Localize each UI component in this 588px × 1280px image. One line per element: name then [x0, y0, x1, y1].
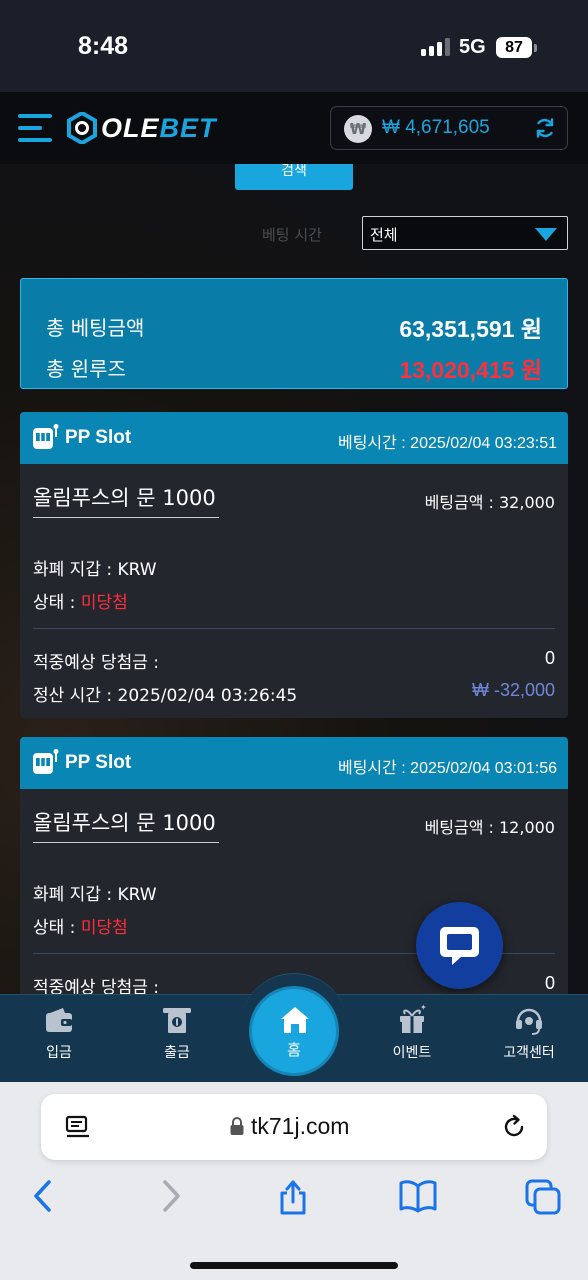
- slot-machine-icon: [33, 424, 59, 449]
- logo-prefix: OLE: [101, 112, 160, 143]
- expected-winnings-value: 0: [544, 648, 555, 668]
- nav-support[interactable]: 고객센터: [484, 1000, 574, 1070]
- reader-mode-icon[interactable]: [65, 1114, 91, 1140]
- total-winloss-value: 13,020,415 원: [399, 357, 542, 383]
- logo-suffix: BET: [159, 112, 217, 143]
- bet-summary-panel: 총 베팅금액 63,351,591 원 총 윈루즈 13,020,415 원: [20, 278, 568, 389]
- bet-status: 상태 : 미당첨: [33, 913, 128, 938]
- logo-text: OLEBET: [101, 113, 217, 144]
- chat-bubble-icon: [440, 927, 479, 965]
- hamburger-menu-icon[interactable]: [18, 114, 52, 144]
- expected-winnings-value: 0: [544, 973, 555, 993]
- nav-home-label: 홈: [287, 1041, 301, 1059]
- total-winloss-label: 총 윈루즈: [46, 357, 126, 381]
- status-label: 상태 :: [33, 918, 81, 938]
- wallet-icon: [46, 1008, 72, 1032]
- live-chat-button[interactable]: [416, 902, 503, 989]
- bookmarks-icon[interactable]: [398, 1178, 438, 1214]
- select-value: 전체: [370, 226, 398, 244]
- hexagon-logo-icon: [67, 112, 97, 144]
- status-bar: 8:48 5G 87: [0, 0, 588, 92]
- total-bet-value: 63,351,591 원: [399, 316, 542, 342]
- network-type: 5G: [459, 36, 486, 58]
- nav-event[interactable]: ✦ 이벤트: [367, 1000, 457, 1070]
- bet-amount: 베팅금액 : 12,000: [424, 818, 555, 837]
- game-name: 올림푸스의 문 1000: [33, 811, 216, 835]
- slot-machine-icon: [33, 749, 59, 774]
- headset-icon: [516, 1008, 542, 1035]
- game-type-select[interactable]: 전체: [362, 216, 568, 250]
- search-button[interactable]: 검색: [235, 164, 353, 190]
- cash-withdraw-icon: [163, 1008, 191, 1033]
- bet-amount: 베팅금액 : 32,000: [424, 493, 555, 512]
- reload-icon[interactable]: [501, 1114, 527, 1140]
- period-filter-label: 베팅 시간: [262, 226, 322, 244]
- bet-time: 베팅시간 : 2025/02/04 03:01:56: [337, 760, 557, 777]
- status-label: 상태 :: [33, 593, 81, 613]
- won-coin-icon: ₩: [344, 115, 372, 143]
- search-button-label: 검색: [281, 164, 307, 179]
- nav-withdraw-label: 출금: [164, 1045, 190, 1061]
- lock-icon: [230, 1117, 244, 1135]
- wallet-balance-box[interactable]: ₩ ₩ 4,671,605: [330, 106, 568, 150]
- expected-winnings-label: 적중예상 당첨금 :: [33, 978, 160, 994]
- battery-icon: 87: [496, 37, 532, 58]
- back-arrow-icon[interactable]: [30, 1178, 56, 1214]
- home-indicator: [190, 1262, 398, 1269]
- payout-amount: ₩ -32,000: [471, 680, 555, 700]
- wallet-currency: 화폐 지갑 : KRW: [33, 885, 157, 905]
- bet-card[interactable]: PP Slot 베팅시간 : 2025/02/04 03:23:51 올림푸스의…: [20, 412, 568, 718]
- game-name-underline: [33, 517, 219, 518]
- provider-name: PP Slot: [65, 752, 132, 773]
- status-value: 미당첨: [80, 918, 128, 938]
- wallet-balance: ₩ 4,671,605: [382, 117, 490, 138]
- url-text: tk71j.com: [251, 1113, 350, 1139]
- nav-event-label: 이벤트: [392, 1045, 432, 1061]
- nav-withdraw[interactable]: 출금: [132, 1000, 222, 1070]
- address-bar[interactable]: tk71j.com: [41, 1094, 547, 1160]
- status-value: 미당첨: [80, 593, 128, 613]
- caret-down-icon: [535, 228, 557, 241]
- refresh-icon[interactable]: [533, 116, 557, 140]
- bet-history-content[interactable]: 검색 베팅 시간 전체 총 베팅금액 63,351,591 원 총 윈루즈 13…: [0, 164, 588, 994]
- forward-arrow-icon[interactable]: [158, 1178, 184, 1214]
- signal-icon: [421, 38, 450, 56]
- card-divider: [33, 628, 555, 629]
- bet-status: 상태 : 미당첨: [33, 588, 128, 613]
- nav-support-label: 고객센터: [503, 1045, 555, 1061]
- total-bet-label: 총 베팅금액: [46, 316, 145, 340]
- bet-time: 베팅시간 : 2025/02/04 03:23:51: [337, 435, 557, 452]
- settle-time: 정산 시간 : 2025/02/04 03:26:45: [33, 686, 298, 706]
- expected-winnings-label: 적중예상 당첨금 :: [33, 653, 160, 673]
- gift-icon: ✦: [400, 1004, 427, 1033]
- provider-name: PP Slot: [65, 427, 132, 448]
- status-time: 8:48: [78, 32, 129, 60]
- bet-card-header: PP Slot 베팅시간 : 2025/02/04 03:01:56: [20, 737, 568, 789]
- app-header: OLEBET ₩ ₩ 4,671,605: [0, 92, 588, 164]
- svg-text:✦: ✦: [420, 1004, 427, 1012]
- olebet-logo[interactable]: OLEBET: [67, 112, 217, 144]
- nav-home[interactable]: 홈: [249, 986, 339, 1076]
- game-name: 올림푸스의 문 1000: [33, 486, 216, 510]
- game-name-underline: [33, 842, 219, 843]
- share-icon[interactable]: [276, 1178, 310, 1216]
- battery-tip: [534, 44, 537, 52]
- wallet-currency: 화폐 지갑 : KRW: [33, 560, 157, 580]
- bet-card-header: PP Slot 베팅시간 : 2025/02/04 03:23:51: [20, 412, 568, 464]
- home-icon: [281, 1007, 309, 1033]
- nav-deposit[interactable]: 입금: [14, 1000, 104, 1070]
- browser-chrome: tk71j.com: [0, 1082, 588, 1280]
- tabs-icon[interactable]: [524, 1178, 562, 1216]
- nav-deposit-label: 입금: [46, 1045, 72, 1061]
